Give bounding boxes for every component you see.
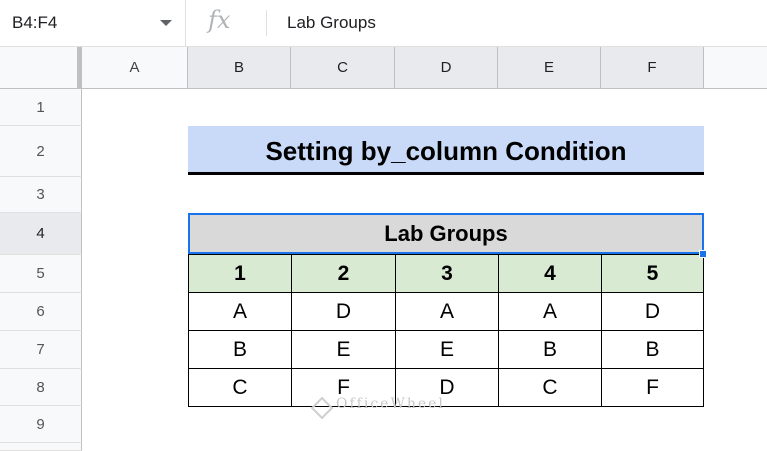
select-all-corner[interactable]: [0, 47, 82, 89]
fill-handle[interactable]: [699, 250, 707, 258]
row-header-4[interactable]: 4: [0, 213, 82, 255]
row-header-6[interactable]: 6: [0, 293, 82, 331]
sheet-title[interactable]: Setting by_column Condition: [188, 126, 704, 175]
table-cell[interactable]: B: [188, 330, 292, 369]
table-cell[interactable]: A: [498, 292, 602, 331]
formula-bar: B4:F4 fx Lab Groups: [0, 0, 767, 47]
group-number-cell[interactable]: 3: [395, 254, 499, 293]
table-cell[interactable]: F: [601, 368, 704, 407]
group-number-cell[interactable]: 4: [498, 254, 602, 293]
row-header-9[interactable]: 9: [0, 406, 82, 443]
row-header-1[interactable]: 1: [0, 89, 82, 126]
row-header-8[interactable]: 8: [0, 369, 82, 406]
row-header-2[interactable]: 2: [0, 126, 82, 177]
column-header-c[interactable]: C: [291, 47, 395, 89]
table-cell[interactable]: A: [188, 292, 292, 331]
table-cell[interactable]: E: [395, 330, 499, 369]
table-cell[interactable]: C: [498, 368, 602, 407]
fx-icon: fx: [208, 6, 231, 34]
table-cell[interactable]: C: [188, 368, 292, 407]
group-number-cell[interactable]: 5: [601, 254, 704, 293]
group-number-cell[interactable]: 1: [188, 254, 292, 293]
table-cell[interactable]: E: [291, 330, 396, 369]
table-header-lab-groups[interactable]: Lab Groups: [188, 213, 704, 254]
column-header-b[interactable]: B: [188, 47, 291, 89]
column-header-a[interactable]: A: [82, 47, 188, 89]
group-number-cell[interactable]: 2: [291, 254, 396, 293]
table-cell[interactable]: D: [601, 292, 704, 331]
table-cell[interactable]: D: [291, 292, 396, 331]
chevron-down-icon[interactable]: [160, 20, 172, 26]
row-header-10[interactable]: [0, 443, 82, 451]
name-box[interactable]: B4:F4: [0, 0, 186, 46]
formula-input[interactable]: Lab Groups: [287, 13, 376, 33]
row-header-5[interactable]: 5: [0, 255, 82, 293]
row-header-3[interactable]: 3: [0, 177, 82, 213]
row-header-7[interactable]: 7: [0, 331, 82, 369]
table-cell[interactable]: A: [395, 292, 499, 331]
column-header-d[interactable]: D: [395, 47, 498, 89]
formula-divider: [266, 10, 267, 36]
column-header-f[interactable]: F: [601, 47, 704, 89]
table-cell[interactable]: B: [498, 330, 602, 369]
name-box-value[interactable]: B4:F4: [12, 13, 57, 33]
column-header-e[interactable]: E: [498, 47, 601, 89]
watermark: OfficeWheel: [336, 396, 445, 412]
column-header-empty: [704, 47, 767, 89]
table-cell[interactable]: B: [601, 330, 704, 369]
